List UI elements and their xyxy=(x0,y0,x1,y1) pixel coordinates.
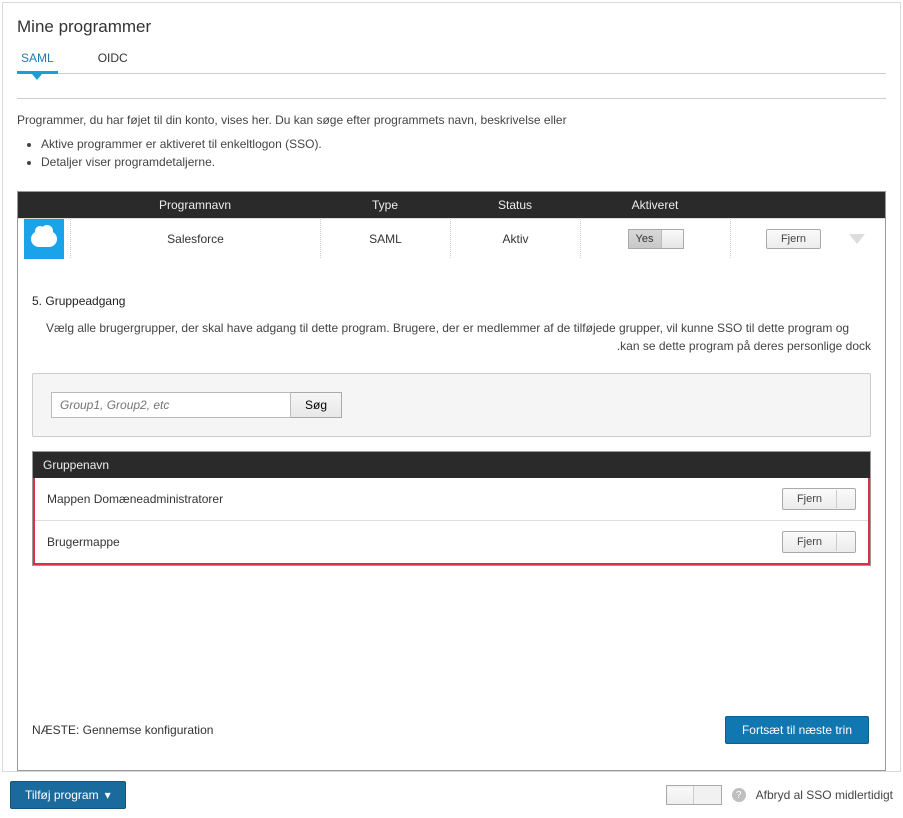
col-header-enabled: Aktiveret xyxy=(580,198,730,212)
group-row: Brugermappe Fjern xyxy=(35,520,868,563)
cloud-icon xyxy=(31,231,57,247)
add-program-label: Tilføj program xyxy=(25,788,99,802)
enabled-toggle[interactable]: Yes xyxy=(628,229,684,249)
tabs: SAML OIDC xyxy=(17,51,886,74)
add-program-button[interactable]: Tilføj program ▾ xyxy=(10,781,126,809)
groups-highlight: Mappen Domæneadministratorer Fjern Bruge… xyxy=(33,478,870,565)
help-icon[interactable]: ? xyxy=(732,788,746,802)
group-name: Brugermappe xyxy=(47,535,120,549)
search-panel: Søg xyxy=(32,373,871,437)
app-type: SAML xyxy=(320,219,450,258)
sso-suspend-toggle[interactable] xyxy=(666,785,722,805)
divider xyxy=(17,98,886,99)
col-header-name: Programnavn xyxy=(70,198,320,212)
intro-bullet: Detaljer viser programdetaljerne. xyxy=(41,153,886,171)
toggle-yes-label: Yes xyxy=(629,230,661,248)
page-title: Mine programmer xyxy=(17,17,886,37)
groups-table: Gruppenavn Mappen Domæneadministratorer … xyxy=(32,451,871,566)
next-step-label: NÆSTE: Gennemse konfiguration xyxy=(32,723,213,737)
remove-group-button[interactable]: Fjern xyxy=(783,490,837,508)
col-header-status: Status xyxy=(450,198,580,212)
tab-saml[interactable]: SAML xyxy=(17,51,58,73)
group-menu-icon[interactable] xyxy=(837,489,855,509)
continue-button[interactable]: Fortsæt til næste trin xyxy=(725,716,869,744)
step-desc-tail: .kan se dette program på deres personlig… xyxy=(32,339,871,353)
step-label: 5. Gruppeadgang xyxy=(32,294,871,308)
group-search-input[interactable] xyxy=(51,392,291,418)
footer-bar: Tilføj program ▾ ? Afbryd al SSO midlert… xyxy=(2,776,901,814)
step-desc: Vælg alle brugergrupper, der skal have a… xyxy=(46,320,871,337)
salesforce-icon xyxy=(24,219,64,259)
step-number: 5. xyxy=(32,294,42,308)
group-search-button[interactable]: Søg xyxy=(291,392,342,418)
tab-oidc[interactable]: OIDC xyxy=(94,51,132,73)
group-menu-icon[interactable] xyxy=(837,532,855,552)
toggle-knob xyxy=(661,230,683,248)
intro-text: Programmer, du har føjet til din konto, … xyxy=(17,113,886,127)
step-title: Gruppeadgang xyxy=(45,294,125,308)
expand-row-icon[interactable] xyxy=(849,234,865,244)
apps-table-header: Programnavn Type Status Aktiveret xyxy=(18,192,885,218)
intro-bullet: Aktive programmer er aktiveret til enkel… xyxy=(41,135,886,153)
table-row: Salesforce SAML Aktiv Yes Fjern xyxy=(18,218,885,258)
chevron-down-icon: ▾ xyxy=(105,788,111,802)
col-header-type: Type xyxy=(320,198,450,212)
suspend-sso-label: Afbryd al SSO midlertidigt xyxy=(756,788,893,802)
remove-app-button[interactable]: Fjern xyxy=(766,229,821,249)
intro-list: Aktive programmer er aktiveret til enkel… xyxy=(41,135,886,171)
app-enabled-cell: Yes xyxy=(580,219,730,258)
apps-table: Programnavn Type Status Aktiveret Salesf… xyxy=(17,191,886,771)
group-row: Mappen Domæneadministratorer Fjern xyxy=(35,478,868,520)
groups-header: Gruppenavn xyxy=(33,452,870,478)
group-name: Mappen Domæneadministratorer xyxy=(47,492,223,506)
app-status: Aktiv xyxy=(450,219,580,258)
remove-group-button[interactable]: Fjern xyxy=(783,533,837,551)
app-name: Salesforce xyxy=(70,219,320,258)
